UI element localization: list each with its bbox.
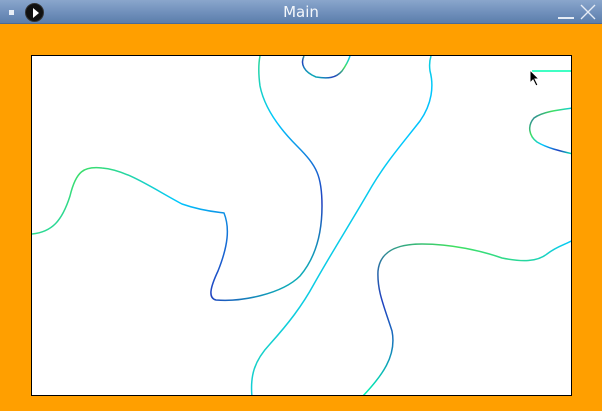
- minimize-icon[interactable]: [558, 17, 574, 19]
- curve-top-loop: [301, 56, 351, 79]
- titlebar[interactable]: Main: [0, 0, 602, 24]
- close-icon[interactable]: [580, 4, 596, 20]
- mouse-cursor-icon: [529, 69, 541, 87]
- curve-left: [32, 56, 323, 302]
- curve-right-lower: [362, 240, 571, 395]
- drawing-canvas[interactable]: [31, 55, 572, 396]
- curve-drawing: [32, 56, 571, 395]
- curve-diagonal: [250, 56, 433, 395]
- window-title: Main: [283, 3, 319, 21]
- curve-right-bulge: [529, 107, 571, 155]
